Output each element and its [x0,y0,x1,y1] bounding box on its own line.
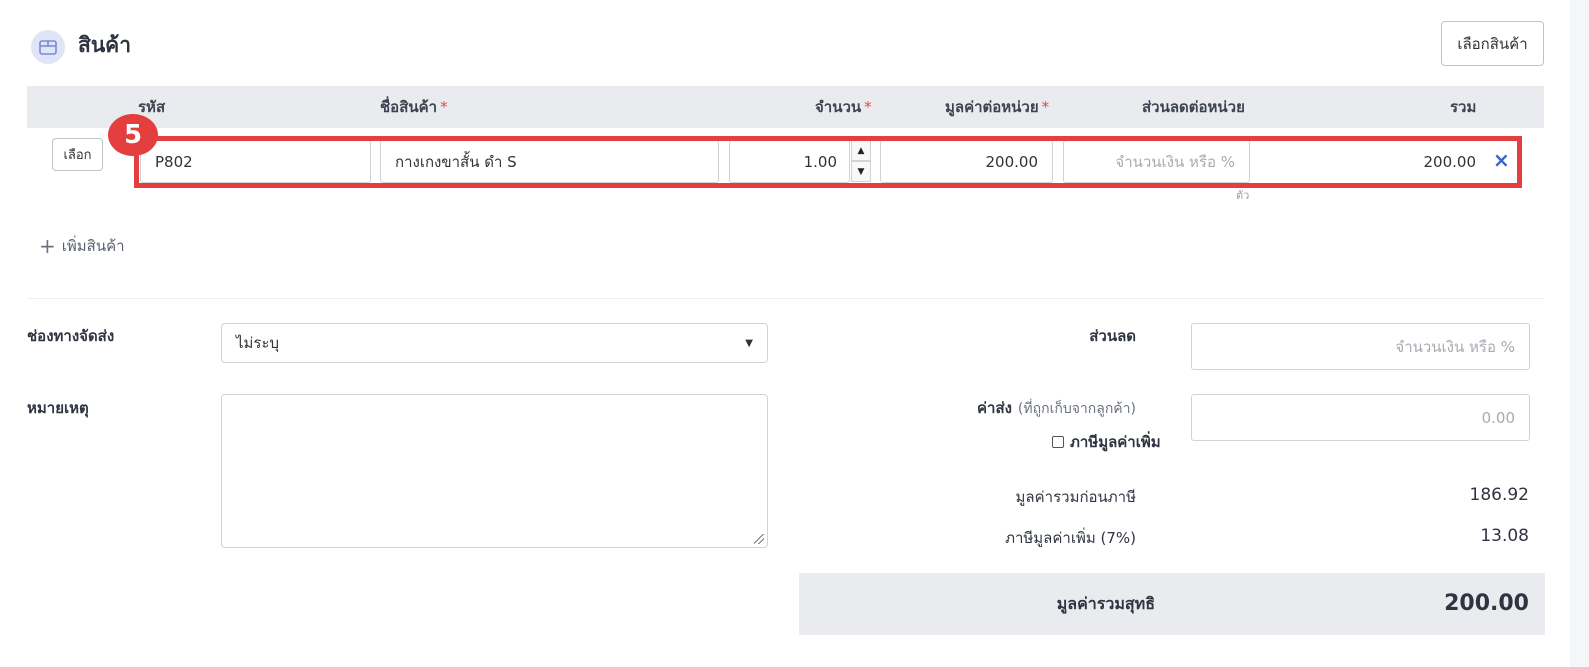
stepper-up-icon[interactable]: ▲ [851,140,871,161]
header-discount: ส่วนลดต่อหน่วย [1142,98,1245,116]
pre-tax-label: มูลค่ารวมก่อนภาษี [1015,488,1136,506]
shipping-fee-placeholder: 0.00 [1481,408,1515,427]
product-code-input[interactable]: P802 [140,140,371,183]
section-divider [27,298,1544,299]
add-product-link[interactable]: + เพิ่มสินค้า [39,234,125,258]
checkbox-icon[interactable] [1052,436,1064,448]
add-product-label: เพิ่มสินค้า [61,237,125,255]
unit-label: ตัว [1236,189,1250,202]
shipping-channel-label: ช่องทางจัดส่ง [27,327,115,345]
row-select-button[interactable]: เลือก [52,138,103,171]
net-total-band: มูลค่ารวมสุทธิ 200.00 [799,573,1545,635]
remove-row-icon[interactable]: × [1493,149,1510,171]
shipping-channel-select[interactable]: ไม่ระบุ ▼ [221,323,768,363]
table-header: รหัส ชื่อสินค้า * จำนวน * มูลค่าต่อหน่วย * … [27,86,1544,128]
page-background-strip [1570,0,1589,667]
vat-value: 13.08 [1480,526,1529,546]
product-card: สินค้า เลือกสินค้า รหัส ชื่อสินค้า * จำนว… [0,0,1570,667]
box-icon [31,30,65,64]
header-qty: จำนวน * [815,98,872,116]
shipping-vat-label: ภาษีมูลค่าเพิ่ม [1070,433,1161,451]
shipping-vat-checkbox[interactable]: ภาษีมูลค่าเพิ่ม [1052,430,1161,454]
note-textarea[interactable] [221,394,768,548]
step-badge: 5 [108,114,158,156]
select-product-button[interactable]: เลือกสินค้า [1441,21,1544,66]
header-unit-price: มูลค่าต่อหน่วย * [945,98,1050,116]
net-total-value: 200.00 [1444,591,1529,616]
product-name-input[interactable]: กางเกงขาสั้น ดำ S [380,140,719,183]
note-label: หมายเหตุ [27,399,89,417]
discount-input[interactable]: จำนวนเงิน หรือ % [1191,323,1530,370]
row-total: 200.00 [1250,140,1490,183]
shipping-fee-label: ค่าส่ง (ที่ถูกเก็บจากลูกค้า) [976,399,1136,417]
unit-discount-placeholder: จำนวนเงิน หรือ % [1115,152,1235,171]
unit-price-input[interactable]: 200.00 [880,140,1053,183]
discount-placeholder: จำนวนเงิน หรือ % [1395,337,1515,356]
resize-handle-icon[interactable] [754,534,764,544]
quantity-stepper[interactable]: ▲ ▼ [851,140,871,182]
plus-icon: + [39,234,56,258]
unit-discount-input[interactable]: จำนวนเงิน หรือ % [1063,140,1250,183]
pre-tax-value: 186.92 [1469,485,1529,505]
quantity-input[interactable]: 1.00 [729,140,850,183]
header-total: รวม [1450,98,1477,116]
shipping-fee-input[interactable]: 0.00 [1191,394,1530,441]
caret-down-icon: ▼ [745,337,753,349]
net-total-label: มูลค่ารวมสุทธิ [1056,594,1155,613]
header-name: ชื่อสินค้า * [380,98,448,116]
discount-label: ส่วนลด [1089,327,1136,345]
shipping-channel-value: ไม่ระบุ [236,334,280,352]
stepper-down-icon[interactable]: ▼ [851,161,871,182]
vat-label: ภาษีมูลค่าเพิ่ม (7%) [1005,529,1136,547]
section-title: สินค้า [78,33,132,57]
